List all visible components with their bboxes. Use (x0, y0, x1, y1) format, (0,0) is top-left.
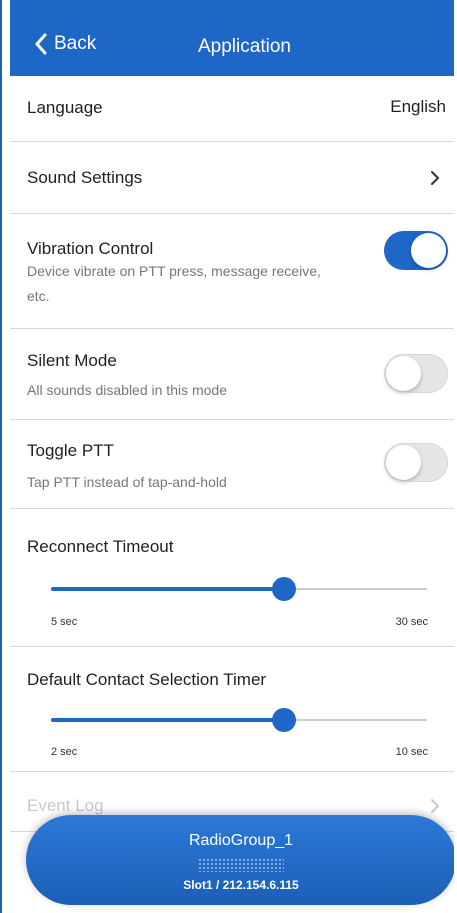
chevron-right-icon (431, 171, 439, 185)
silent-mode-description: All sounds disabled in this mode (27, 382, 228, 398)
toggle-knob (386, 445, 421, 480)
back-button[interactable]: Back (34, 33, 96, 55)
language-value: English (390, 97, 446, 116)
contact-timer-min: 2 sec (51, 746, 78, 758)
sound-settings-label: Sound Settings (27, 168, 143, 187)
toggle-knob (411, 233, 446, 268)
contact-timer-max: 10 sec (395, 746, 428, 758)
reconnect-timeout-slider[interactable] (51, 577, 427, 601)
toggle-knob (386, 356, 421, 391)
contact-timer-label: Default Contact Selection Timer (27, 670, 267, 689)
vibration-control-description: Device vibrate on PTT press, message rec… (27, 263, 321, 304)
vibration-control-label: Vibration Control (27, 239, 154, 258)
ptt-slot-info: Slot1 / 212.154.6.115 (183, 878, 299, 892)
speaker-grille-icon (198, 858, 284, 872)
chevron-right-icon (431, 799, 439, 813)
reconnect-timeout-row: Reconnect Timeout 5 sec 30 sec (10, 509, 454, 647)
ptt-button[interactable]: RadioGroup_1 Slot1 / 212.154.6.115 (26, 815, 456, 905)
silent-mode-toggle[interactable] (384, 354, 448, 393)
settings-list: Language English Sound Settings Vibratio… (10, 76, 454, 832)
toggle-ptt-label: Toggle PTT (27, 441, 114, 460)
toggle-ptt-row: Toggle PTT Tap PTT instead of tap-and-ho… (10, 420, 454, 509)
reconnect-timeout-min: 5 sec (51, 616, 78, 628)
contact-timer-slider[interactable] (51, 708, 427, 732)
toggle-ptt-description: Tap PTT instead of tap-and-hold (27, 474, 227, 490)
slider-fill (51, 587, 285, 591)
language-row[interactable]: Language English (10, 76, 454, 142)
silent-mode-label: Silent Mode (27, 351, 117, 370)
vibration-control-row: Vibration Control Device vibrate on PTT … (10, 214, 454, 329)
vibration-control-toggle[interactable] (384, 231, 448, 270)
slider-thumb[interactable] (272, 708, 297, 732)
ptt-group-name: RadioGroup_1 (188, 832, 294, 849)
reconnect-timeout-max: 30 sec (395, 616, 428, 628)
sound-settings-row[interactable]: Sound Settings (10, 142, 454, 214)
contact-timer-row: Default Contact Selection Timer 2 sec 10… (10, 647, 454, 772)
chevron-left-icon (35, 33, 47, 55)
event-log-label: Event Log (27, 796, 104, 815)
toggle-ptt-toggle[interactable] (384, 443, 448, 482)
navigation-bar: Back Application (10, 0, 454, 76)
slider-fill (51, 718, 285, 722)
reconnect-timeout-label: Reconnect Timeout (27, 537, 174, 556)
slider-thumb[interactable] (272, 577, 297, 601)
language-label: Language (27, 98, 103, 117)
back-label: Back (54, 33, 97, 54)
left-frame-edge (0, 0, 2, 913)
page-title: Application (198, 36, 291, 57)
silent-mode-row: Silent Mode All sounds disabled in this … (10, 329, 454, 420)
